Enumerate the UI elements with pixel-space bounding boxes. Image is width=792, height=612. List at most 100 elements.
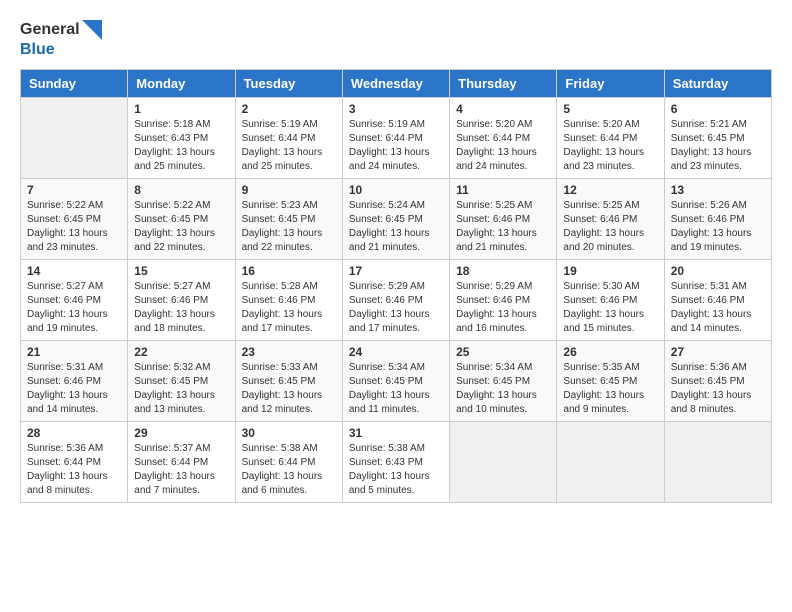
- calendar-cell: 22Sunrise: 5:32 AM Sunset: 6:45 PM Dayli…: [128, 341, 235, 422]
- calendar-cell: 19Sunrise: 5:30 AM Sunset: 6:46 PM Dayli…: [557, 260, 664, 341]
- calendar-cell: 1 Sunrise: 5:18 AM Sunset: 6:43 PM Daylig…: [128, 98, 235, 179]
- calendar-week-row: 21Sunrise: 5:31 AM Sunset: 6:46 PM Dayli…: [21, 341, 772, 422]
- calendar-cell: [557, 422, 664, 503]
- day-content: Sunrise: 5:36 AM Sunset: 6:45 PM Dayligh…: [671, 361, 765, 417]
- day-content: Sunrise: 5:31 AM Sunset: 6:46 PM Dayligh…: [671, 280, 765, 336]
- day-content: Sunrise: 5:27 AM Sunset: 6:46 PM Dayligh…: [27, 280, 121, 336]
- calendar-cell: [450, 422, 557, 503]
- day-number: 18: [456, 264, 550, 278]
- calendar-day-header: Sunday: [21, 70, 128, 98]
- day-content: Sunrise: 5:38 AM Sunset: 6:44 PM Dayligh…: [242, 442, 336, 498]
- calendar-cell: 23 Sunrise: 5:33 AM Sunset: 6:45 PM Dayli…: [235, 341, 342, 422]
- calendar-cell: 27 Sunrise: 5:36 AM Sunset: 6:45 PM Dayli…: [664, 341, 771, 422]
- calendar-cell: 9 Sunrise: 5:23 AM Sunset: 6:45 PM Daylig…: [235, 179, 342, 260]
- calendar-cell: 2 Sunrise: 5:19 AM Sunset: 6:44 PM Daylig…: [235, 98, 342, 179]
- day-content: Sunrise: 5:20 AM Sunset: 6:44 PM Dayligh…: [563, 118, 657, 174]
- day-content: Sunrise: 5:19 AM Sunset: 6:44 PM Dayligh…: [242, 118, 336, 174]
- day-content: Sunrise: 5:25 AM Sunset: 6:46 PM Dayligh…: [563, 199, 657, 255]
- day-number: 29: [134, 426, 228, 440]
- day-number: 25: [456, 345, 550, 359]
- day-content: Sunrise: 5:33 AM Sunset: 6:45 PM Dayligh…: [242, 361, 336, 417]
- day-content: Sunrise: 5:21 AM Sunset: 6:45 PM Dayligh…: [671, 118, 765, 174]
- day-number: 11: [456, 183, 550, 197]
- calendar-cell: 8Sunrise: 5:22 AM Sunset: 6:45 PM Daylig…: [128, 179, 235, 260]
- calendar-cell: 7 Sunrise: 5:22 AM Sunset: 6:45 PM Daylig…: [21, 179, 128, 260]
- calendar-cell: [21, 98, 128, 179]
- day-number: 31: [349, 426, 443, 440]
- day-number: 14: [27, 264, 121, 278]
- day-content: Sunrise: 5:38 AM Sunset: 6:43 PM Dayligh…: [349, 442, 443, 498]
- day-number: 19: [563, 264, 657, 278]
- calendar-cell: 15 Sunrise: 5:27 AM Sunset: 6:46 PM Dayli…: [128, 260, 235, 341]
- calendar-cell: 16Sunrise: 5:28 AM Sunset: 6:46 PM Dayli…: [235, 260, 342, 341]
- day-number: 13: [671, 183, 765, 197]
- day-number: 21: [27, 345, 121, 359]
- day-number: 10: [349, 183, 443, 197]
- calendar-cell: 13 Sunrise: 5:26 AM Sunset: 6:46 PM Dayli…: [664, 179, 771, 260]
- calendar-day-header: Friday: [557, 70, 664, 98]
- day-content: Sunrise: 5:22 AM Sunset: 6:45 PM Dayligh…: [27, 199, 121, 255]
- day-number: 16: [242, 264, 336, 278]
- header: General Blue: [20, 20, 772, 59]
- calendar-cell: 25 Sunrise: 5:34 AM Sunset: 6:45 PM Dayli…: [450, 341, 557, 422]
- logo-arrow-icon: [82, 20, 102, 40]
- calendar-day-header: Thursday: [450, 70, 557, 98]
- logo: General Blue: [20, 20, 102, 59]
- calendar-day-header: Monday: [128, 70, 235, 98]
- calendar-cell: 6 Sunrise: 5:21 AM Sunset: 6:45 PM Daylig…: [664, 98, 771, 179]
- calendar-cell: 24 Sunrise: 5:34 AM Sunset: 6:45 PM Dayli…: [342, 341, 449, 422]
- calendar-week-row: 14 Sunrise: 5:27 AM Sunset: 6:46 PM Dayli…: [21, 260, 772, 341]
- day-number: 17: [349, 264, 443, 278]
- day-content: Sunrise: 5:24 AM Sunset: 6:45 PM Dayligh…: [349, 199, 443, 255]
- day-content: Sunrise: 5:29 AM Sunset: 6:46 PM Dayligh…: [456, 280, 550, 336]
- calendar-day-header: Tuesday: [235, 70, 342, 98]
- calendar-table: SundayMondayTuesdayWednesdayThursdayFrid…: [20, 69, 772, 503]
- day-number: 26: [563, 345, 657, 359]
- day-content: Sunrise: 5:23 AM Sunset: 6:45 PM Dayligh…: [242, 199, 336, 255]
- day-content: Sunrise: 5:34 AM Sunset: 6:45 PM Dayligh…: [456, 361, 550, 417]
- calendar-cell: 31 Sunrise: 5:38 AM Sunset: 6:43 PM Dayli…: [342, 422, 449, 503]
- day-content: Sunrise: 5:27 AM Sunset: 6:46 PM Dayligh…: [134, 280, 228, 336]
- calendar-cell: 4Sunrise: 5:20 AM Sunset: 6:44 PM Daylig…: [450, 98, 557, 179]
- day-content: Sunrise: 5:29 AM Sunset: 6:46 PM Dayligh…: [349, 280, 443, 336]
- day-content: Sunrise: 5:35 AM Sunset: 6:45 PM Dayligh…: [563, 361, 657, 417]
- calendar-cell: 5 Sunrise: 5:20 AM Sunset: 6:44 PM Daylig…: [557, 98, 664, 179]
- calendar-day-header: Wednesday: [342, 70, 449, 98]
- day-number: 24: [349, 345, 443, 359]
- calendar-cell: 17 Sunrise: 5:29 AM Sunset: 6:46 PM Dayli…: [342, 260, 449, 341]
- calendar-cell: 12 Sunrise: 5:25 AM Sunset: 6:46 PM Dayli…: [557, 179, 664, 260]
- day-content: Sunrise: 5:34 AM Sunset: 6:45 PM Dayligh…: [349, 361, 443, 417]
- calendar-cell: 3 Sunrise: 5:19 AM Sunset: 6:44 PM Daylig…: [342, 98, 449, 179]
- day-number: 15: [134, 264, 228, 278]
- calendar-cell: 14 Sunrise: 5:27 AM Sunset: 6:46 PM Dayli…: [21, 260, 128, 341]
- calendar-cell: 26 Sunrise: 5:35 AM Sunset: 6:45 PM Dayli…: [557, 341, 664, 422]
- day-number: 5: [563, 102, 657, 116]
- calendar-header-row: SundayMondayTuesdayWednesdayThursdayFrid…: [21, 70, 772, 98]
- calendar-week-row: 7 Sunrise: 5:22 AM Sunset: 6:45 PM Daylig…: [21, 179, 772, 260]
- calendar-cell: 10 Sunrise: 5:24 AM Sunset: 6:45 PM Dayli…: [342, 179, 449, 260]
- day-number: 12: [563, 183, 657, 197]
- day-number: 27: [671, 345, 765, 359]
- day-number: 3: [349, 102, 443, 116]
- day-content: Sunrise: 5:36 AM Sunset: 6:44 PM Dayligh…: [27, 442, 121, 498]
- calendar-cell: 18 Sunrise: 5:29 AM Sunset: 6:46 PM Dayli…: [450, 260, 557, 341]
- logo-text: General Blue: [20, 20, 102, 59]
- day-content: Sunrise: 5:25 AM Sunset: 6:46 PM Dayligh…: [456, 199, 550, 255]
- logo-blue: Blue: [20, 40, 102, 59]
- day-content: Sunrise: 5:19 AM Sunset: 6:44 PM Dayligh…: [349, 118, 443, 174]
- day-content: Sunrise: 5:18 AM Sunset: 6:43 PM Dayligh…: [134, 118, 228, 174]
- calendar-cell: 29Sunrise: 5:37 AM Sunset: 6:44 PM Dayli…: [128, 422, 235, 503]
- calendar-cell: 28Sunrise: 5:36 AM Sunset: 6:44 PM Dayli…: [21, 422, 128, 503]
- day-number: 8: [134, 183, 228, 197]
- day-number: 6: [671, 102, 765, 116]
- day-number: 30: [242, 426, 336, 440]
- calendar-cell: 30 Sunrise: 5:38 AM Sunset: 6:44 PM Dayli…: [235, 422, 342, 503]
- day-number: 9: [242, 183, 336, 197]
- day-content: Sunrise: 5:26 AM Sunset: 6:46 PM Dayligh…: [671, 199, 765, 255]
- day-number: 7: [27, 183, 121, 197]
- day-number: 20: [671, 264, 765, 278]
- day-number: 2: [242, 102, 336, 116]
- day-number: 23: [242, 345, 336, 359]
- day-number: 1: [134, 102, 228, 116]
- day-number: 22: [134, 345, 228, 359]
